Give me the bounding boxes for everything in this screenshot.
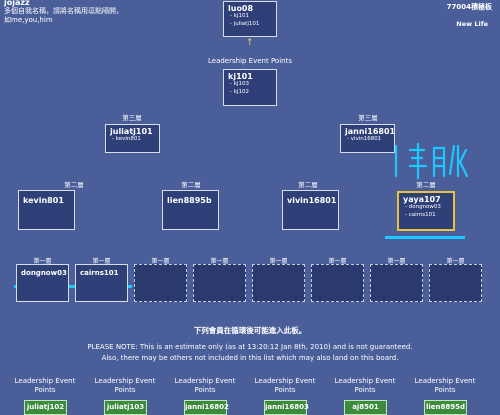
empty-slot[interactable]	[311, 264, 364, 302]
level-2-label: 第二層	[64, 181, 84, 189]
hint-line-1: 多個自我名稱，請將名稱用逗點隔開，	[4, 7, 123, 15]
node-sub: - kevin801	[112, 136, 141, 142]
notice-line-2: Also, there may be others not included i…	[101, 354, 399, 362]
slot-dongnow03[interactable]: dongnow03	[16, 264, 69, 302]
slot-name: dongnow03	[21, 269, 67, 277]
node-name: juliatj101	[110, 127, 153, 136]
candidate-member-button[interactable]: lien8895d	[424, 400, 467, 415]
slot-cairns101[interactable]: cairns101	[75, 264, 128, 302]
bottom-leadership-label: Leadership Event Points	[174, 377, 236, 394]
level-2-label: 第二層	[298, 181, 318, 189]
node-name: lien8895b	[167, 196, 212, 205]
candidate-member-button[interactable]: aj8501	[344, 400, 387, 415]
level-3-label: 第三層	[358, 114, 378, 122]
bottom-leadership-label: Leadership Event Points	[414, 377, 476, 394]
candidate-member-button[interactable]: juliatj102	[24, 400, 67, 415]
node-sub: - kj101	[230, 13, 249, 19]
node-sub: - kj103	[230, 81, 249, 87]
empty-slot[interactable]	[429, 264, 482, 302]
leadership-label: Leadership Event Points	[207, 57, 292, 65]
bottom-leadership-label: Leadership Event Points	[14, 377, 76, 394]
node-name: kevin801	[23, 196, 64, 205]
node-name: kj101	[228, 72, 253, 81]
empty-slot[interactable]	[252, 264, 305, 302]
bottom-leadership-label: Leadership Event Points	[254, 377, 316, 394]
node-sub: - kj102	[230, 88, 249, 95]
node-sub: - vivin16801	[347, 136, 382, 142]
notice-title: 下列會員在循環後可能進入此板。	[193, 326, 307, 335]
tree-node-yaya107[interactable]: yaya107 - dongnow03 - cairns101	[397, 191, 455, 231]
hint-line-2: 如me,you,him	[4, 16, 53, 24]
node-sub: - juliatj101	[230, 20, 260, 27]
level-3-label: 第三層	[122, 114, 142, 122]
node-name: vivin16801	[287, 196, 337, 205]
node-name: janni16801	[345, 127, 396, 136]
candidate-member-button[interactable]: janni16802	[184, 400, 229, 415]
slot-name: cairns101	[80, 269, 119, 277]
board-title: 77004積極板	[446, 3, 492, 11]
level-2-label: 第二層	[181, 181, 201, 189]
node-sub: - cairns101	[405, 211, 436, 218]
empty-slot[interactable]	[370, 264, 423, 302]
tree-node-kevin801[interactable]: kevin801	[18, 190, 75, 230]
tree-node-lien8895b[interactable]: lien8895b	[162, 190, 219, 230]
highlight-underline	[385, 236, 465, 239]
notice-line-1: PLEASE NOTE: This is an estimate only (a…	[87, 343, 413, 351]
candidate-member-button[interactable]: juliatj103	[104, 400, 147, 415]
empty-slot[interactable]	[193, 264, 246, 302]
node-name: yaya107	[403, 195, 441, 204]
page-user-title: jojazz	[4, 0, 30, 7]
board-subtitle: New Life	[456, 20, 488, 28]
tree-node-janni16801[interactable]: janni16801 - vivin16801	[340, 124, 395, 153]
bottom-leadership-label: Leadership Event Points	[94, 377, 156, 394]
tree-node-juliatj101[interactable]: juliatj101 - kevin801	[105, 124, 160, 153]
tree-node-kj101[interactable]: kj101 - kj103 - kj102	[223, 69, 277, 106]
bottom-leadership-label: Leadership Event Points	[334, 377, 396, 394]
empty-slot[interactable]	[134, 264, 187, 302]
node-name: luo08	[228, 4, 254, 13]
tree-node-root[interactable]: luo08 - kj101 - juliatj101	[223, 1, 277, 37]
candidate-member-button[interactable]: janni16803	[264, 400, 309, 415]
node-sub: - dongnow03	[405, 204, 441, 210]
up-arrow-icon: ↑	[246, 38, 254, 48]
tree-node-vivin16801[interactable]: vivin16801	[282, 190, 339, 230]
